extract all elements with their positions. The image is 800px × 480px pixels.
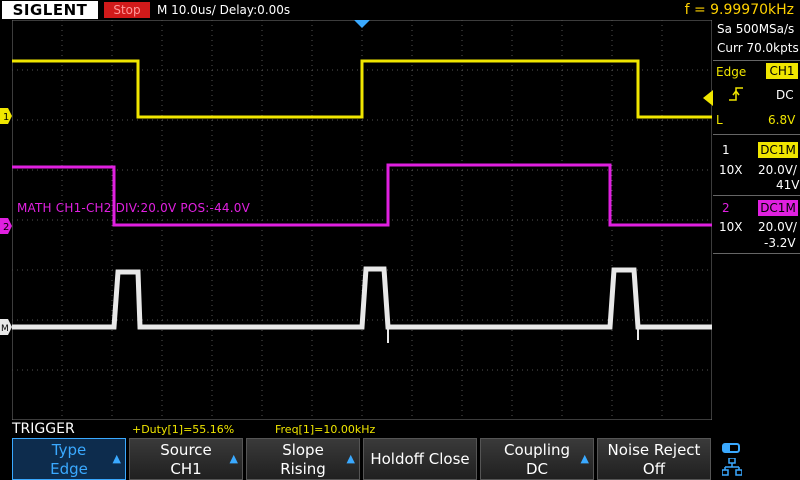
chevron-up-icon: ▲ [112, 452, 121, 465]
trigger-level-marker[interactable] [703, 90, 713, 106]
ch2-coupling-badge[interactable]: DC1M [758, 200, 798, 216]
softkey-label: Source [160, 441, 212, 459]
panel-divider [713, 195, 800, 196]
ch1-probe: 10X [719, 163, 743, 177]
softkey-slope[interactable]: Slope Rising ▲ [246, 438, 360, 480]
memory-depth: Curr 70.0kpts [717, 41, 799, 55]
trigger-source-badge: CH1 [766, 63, 798, 79]
storage-icon[interactable] [722, 443, 740, 453]
softkey-coupling[interactable]: Coupling DC ▲ [480, 438, 594, 480]
sample-rate: Sa 500MSa/s [717, 22, 795, 36]
waveform-display[interactable] [12, 20, 712, 420]
trigger-level: 6.8V [768, 113, 796, 127]
menu-title: TRIGGER [12, 421, 75, 437]
softkey-value: Edge [50, 460, 88, 478]
softkey-label: Type [51, 441, 87, 459]
softkey-type[interactable]: Type Edge ▲ [12, 438, 126, 480]
duty-measurement: +Duty[1]=55.16% [132, 423, 235, 436]
softkey-label: Slope [282, 441, 324, 459]
softkey-value: DC [525, 460, 549, 478]
network-icon[interactable] [722, 458, 742, 476]
rising-edge-icon [729, 87, 743, 101]
trigger-type-label: Edge [716, 65, 747, 79]
ch1-coupling-badge[interactable]: DC1M [758, 142, 798, 158]
svg-text:2: 2 [3, 222, 9, 233]
softkey-label: Coupling [503, 441, 571, 459]
timebase-readout: M 10.0us/ Delay:0.00s [157, 3, 291, 17]
storage-icon-fill [724, 445, 730, 451]
chevron-up-icon: ▲ [580, 452, 589, 465]
panel-divider [713, 134, 800, 135]
frequency-counter: f = 9.99970kHz [684, 2, 794, 18]
brand-logo: SIGLENT [2, 1, 98, 19]
ch2-scale: 20.0V/ [758, 220, 797, 234]
math-marker[interactable]: M [0, 319, 12, 335]
svg-text:M: M [1, 324, 9, 334]
chevron-up-icon: ▲ [229, 452, 238, 465]
ch2-marker[interactable]: 2 [0, 218, 12, 234]
ch1-number: 1 [722, 143, 730, 157]
softkey-holdoff[interactable]: Holdoff Close [363, 438, 477, 480]
svg-text:1: 1 [3, 112, 9, 123]
softkey-noise-reject[interactable]: Noise Reject Off [597, 438, 711, 480]
trigger-coupling: DC [776, 88, 794, 102]
ch1-scale: 20.0V/ [758, 163, 797, 177]
run-stop-status[interactable]: Stop [104, 2, 150, 18]
softkey-value: CH1 [170, 460, 202, 478]
panel-divider [713, 60, 800, 61]
chevron-up-icon: ▲ [346, 452, 355, 465]
softkey-label: Holdoff Close [370, 450, 470, 468]
softkey-value: Rising [280, 460, 326, 478]
math-info-label: MATH CH1-CH2 DIV:20.0V POS:-44.0V [17, 201, 251, 215]
freq-measurement: Freq[1]=10.00kHz [275, 423, 376, 436]
ch2-number: 2 [722, 201, 730, 215]
ch2-probe: 10X [719, 220, 743, 234]
softkey-value: Off [642, 460, 666, 478]
panel-divider [713, 253, 800, 254]
softkey-label: Noise Reject [607, 441, 701, 459]
trigger-level-marker-label: L [716, 113, 723, 127]
ch2-offset: -3.2V [764, 236, 796, 250]
softkey-source[interactable]: Source CH1 ▲ [129, 438, 243, 480]
ch1-marker[interactable]: 1 [0, 108, 12, 124]
ch1-offset: 41V [776, 178, 800, 192]
